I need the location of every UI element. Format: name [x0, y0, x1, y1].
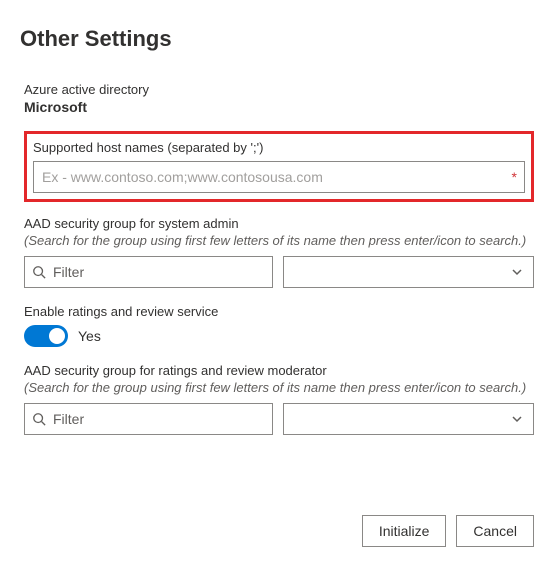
- moderator-group-label: AAD security group for ratings and revie…: [24, 363, 534, 378]
- ratings-toggle-text: Yes: [78, 328, 101, 344]
- sys-admin-group-hint: (Search for the group using first few le…: [24, 233, 534, 248]
- required-asterisk-icon: *: [512, 169, 517, 185]
- ratings-toggle[interactable]: [24, 325, 68, 347]
- hostnames-label: Supported host names (separated by ';'): [33, 140, 525, 155]
- page-title: Other Settings: [20, 26, 534, 52]
- azure-directory-name: Microsoft: [24, 99, 534, 115]
- azure-directory-label: Azure active directory: [24, 82, 534, 97]
- search-icon: [32, 412, 46, 426]
- moderator-group-dropdown[interactable]: [283, 403, 534, 435]
- search-icon: [32, 265, 46, 279]
- initialize-button[interactable]: Initialize: [362, 515, 447, 547]
- ratings-label: Enable ratings and review service: [24, 304, 534, 319]
- azure-directory-block: Azure active directory Microsoft: [24, 82, 534, 115]
- cancel-button[interactable]: Cancel: [456, 515, 534, 547]
- moderator-filter-input[interactable]: [24, 403, 273, 435]
- sys-admin-group-block: AAD security group for system admin (Sea…: [24, 216, 534, 288]
- hostnames-input[interactable]: [33, 161, 525, 193]
- button-row: Initialize Cancel: [24, 515, 534, 547]
- sys-admin-group-label: AAD security group for system admin: [24, 216, 534, 231]
- sys-admin-filter-input[interactable]: [24, 256, 273, 288]
- ratings-block: Enable ratings and review service Yes: [24, 304, 534, 347]
- sys-admin-group-dropdown[interactable]: [283, 256, 534, 288]
- chevron-down-icon: [511, 413, 523, 425]
- toggle-knob: [49, 328, 65, 344]
- chevron-down-icon: [511, 266, 523, 278]
- moderator-group-hint: (Search for the group using first few le…: [24, 380, 534, 395]
- hostnames-highlight: Supported host names (separated by ';') …: [24, 131, 534, 202]
- moderator-group-block: AAD security group for ratings and revie…: [24, 363, 534, 435]
